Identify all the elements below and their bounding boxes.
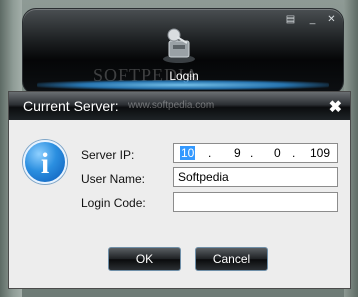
- menu-icon[interactable]: ▤: [285, 14, 296, 25]
- ip-dot-1: .: [208, 146, 212, 160]
- login-panel: ▤ _ ✕ Login SOFTPEDIA: [22, 8, 344, 95]
- ip-octet-4[interactable]: 109: [310, 146, 330, 160]
- ip-octet-3[interactable]: 0: [274, 146, 281, 160]
- ip-dot-3: .: [292, 146, 296, 160]
- ok-button[interactable]: OK: [108, 247, 181, 271]
- user-name-label: User Name:: [81, 172, 146, 186]
- watermark-url: www.softpedia.com: [128, 100, 215, 111]
- server-ip-input[interactable]: 10 . 9 . 0 . 109: [173, 143, 338, 163]
- dialog-title: Current Server:: [23, 98, 119, 114]
- ip-dot-2: .: [250, 146, 254, 160]
- current-server-dialog: Current Server: ✖ i Server IP: User Name…: [8, 91, 351, 289]
- server-ip-label: Server IP:: [81, 148, 135, 162]
- ip-octet-1[interactable]: 10: [180, 146, 196, 160]
- info-glyph: i: [40, 147, 50, 180]
- cancel-button[interactable]: Cancel: [195, 247, 268, 271]
- ip-octet-2[interactable]: 9: [234, 146, 241, 160]
- info-icon: i: [23, 140, 67, 184]
- login-glow: [37, 80, 329, 90]
- server-login-icon[interactable]: [157, 23, 201, 67]
- close-icon[interactable]: ✕: [326, 14, 337, 25]
- login-code-label: Login Code:: [81, 196, 146, 210]
- dialog-close-icon[interactable]: ✖: [329, 97, 342, 117]
- minimize-icon[interactable]: _: [307, 14, 318, 25]
- user-name-input[interactable]: Softpedia: [173, 167, 338, 187]
- login-code-input[interactable]: [173, 192, 338, 212]
